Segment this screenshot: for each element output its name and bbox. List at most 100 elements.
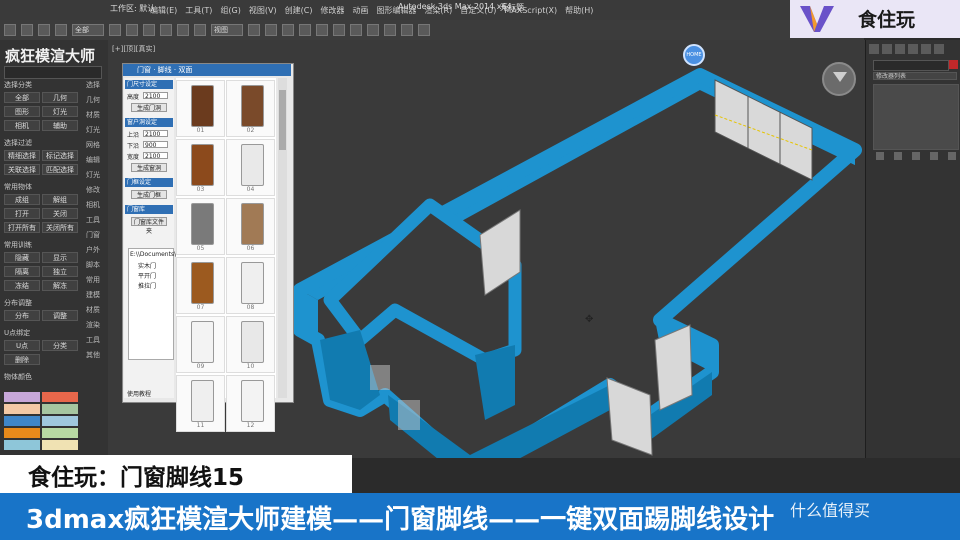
panel-button[interactable]: 冻结 xyxy=(4,280,40,291)
viewcube-icon[interactable]: HOME xyxy=(683,44,705,66)
panel-button[interactable]: 关闭 xyxy=(42,208,78,219)
panel-button[interactable]: 匹配选择 xyxy=(42,164,78,175)
panel-button[interactable]: 标记选择 xyxy=(42,150,78,161)
side-tab[interactable]: 脚本 xyxy=(86,260,100,270)
panel-button[interactable]: 打开 xyxy=(4,208,40,219)
color-swatch[interactable] xyxy=(4,404,40,414)
render-icon[interactable] xyxy=(418,24,430,36)
menu-item[interactable]: 动画 xyxy=(352,5,368,16)
section-header[interactable]: 常用训练 xyxy=(4,240,32,250)
panel-button[interactable]: 图形 xyxy=(4,106,40,117)
rotate-icon[interactable] xyxy=(177,24,189,36)
side-tab[interactable]: 工具 xyxy=(86,335,100,345)
color-swatch[interactable] xyxy=(4,428,40,438)
modifier-stack[interactable] xyxy=(873,84,959,150)
panel-button[interactable]: 解冻 xyxy=(42,280,78,291)
rect-select-icon[interactable] xyxy=(143,24,155,36)
color-swatch[interactable] xyxy=(42,416,78,426)
color-swatch[interactable] xyxy=(42,392,78,402)
panel-button[interactable]: 分类 xyxy=(42,340,78,351)
panel-button[interactable]: 删除 xyxy=(4,354,40,365)
group-button[interactable]: 生成门框 xyxy=(131,190,167,199)
link-icon[interactable] xyxy=(38,24,50,36)
color-swatch[interactable] xyxy=(4,440,40,450)
panel-button[interactable]: 辅助 xyxy=(42,120,78,131)
tree-item[interactable]: 实木门 xyxy=(138,261,156,270)
snap-icon[interactable] xyxy=(265,24,277,36)
side-tab[interactable]: 户外 xyxy=(86,245,100,255)
panel-button[interactable]: 调整 xyxy=(42,310,78,321)
section-header[interactable]: 选择分类 xyxy=(4,80,32,90)
menu-item[interactable]: 帮助(H) xyxy=(565,5,593,16)
group-button[interactable]: 门窗库文件夹 xyxy=(131,217,167,235)
menu-item[interactable]: 修改器 xyxy=(320,5,344,16)
door-thumbnail[interactable]: 09 xyxy=(176,316,225,373)
object-color-swatch[interactable] xyxy=(949,60,958,69)
side-tab[interactable]: 几何 xyxy=(86,95,100,105)
door-thumbnail[interactable]: 08 xyxy=(226,257,275,314)
door-thumbnail[interactable]: 02 xyxy=(226,80,275,137)
selection-filter[interactable]: 全部 xyxy=(72,24,104,36)
panel-button[interactable]: 几何 xyxy=(42,92,78,103)
group-button[interactable]: 生成窗洞 xyxy=(131,163,167,172)
door-thumbnail[interactable]: 05 xyxy=(176,198,225,255)
pivot-icon[interactable] xyxy=(248,24,260,36)
angle-snap-icon[interactable] xyxy=(282,24,294,36)
make-unique-icon[interactable] xyxy=(912,152,920,160)
panel-button[interactable]: 关联选择 xyxy=(4,164,40,175)
section-header[interactable]: U点绑定 xyxy=(4,328,30,338)
object-name-field[interactable] xyxy=(873,60,949,71)
menu-item[interactable]: 视图(V) xyxy=(249,5,277,16)
side-tab[interactable]: 选择 xyxy=(86,80,100,90)
door-thumbnail[interactable]: 12 xyxy=(226,375,275,432)
panel-button[interactable]: 全部 xyxy=(4,92,40,103)
mirror-icon[interactable] xyxy=(316,24,328,36)
section-header[interactable]: 常用物体 xyxy=(4,182,32,192)
panel-button[interactable]: 显示 xyxy=(42,252,78,263)
scrollbar-thumb[interactable] xyxy=(279,90,286,150)
section-header[interactable]: 选择过滤 xyxy=(4,138,32,148)
align-icon[interactable] xyxy=(333,24,345,36)
motion-tab-icon[interactable] xyxy=(908,44,918,54)
plugin-search-input[interactable] xyxy=(4,66,102,79)
select-by-name-icon[interactable] xyxy=(126,24,138,36)
move-icon[interactable] xyxy=(160,24,172,36)
menu-item[interactable]: 创建(C) xyxy=(285,5,313,16)
undo-icon[interactable] xyxy=(4,24,16,36)
panel-button[interactable]: 打开所有 xyxy=(4,222,40,233)
door-thumbnail[interactable]: 04 xyxy=(226,139,275,196)
select-icon[interactable] xyxy=(109,24,121,36)
display-tab-icon[interactable] xyxy=(921,44,931,54)
menu-item[interactable]: 工具(T) xyxy=(185,5,212,16)
side-tab[interactable]: 材质 xyxy=(86,305,100,315)
side-tab[interactable]: 其他 xyxy=(86,350,100,360)
panel-button[interactable]: 成组 xyxy=(4,194,40,205)
curve-editor-icon[interactable] xyxy=(367,24,379,36)
remove-modifier-icon[interactable] xyxy=(930,152,938,160)
scale-icon[interactable] xyxy=(194,24,206,36)
section-header[interactable]: 物体颜色 xyxy=(4,372,32,382)
side-tab[interactable]: 工具 xyxy=(86,215,100,225)
field-input[interactable]: 900 xyxy=(143,141,168,149)
modify-tab-icon[interactable] xyxy=(882,44,892,54)
redo-icon[interactable] xyxy=(21,24,33,36)
field-input[interactable]: 2100 xyxy=(143,130,168,138)
panel-button[interactable]: 解组 xyxy=(42,194,78,205)
side-tab[interactable]: 门窗 xyxy=(86,230,100,240)
show-end-result-icon[interactable] xyxy=(894,152,902,160)
color-swatch[interactable] xyxy=(4,416,40,426)
panel-button[interactable]: 独立 xyxy=(42,266,78,277)
panel-button[interactable]: 精细选择 xyxy=(4,150,40,161)
tree-item[interactable]: 平开门 xyxy=(138,271,156,280)
color-swatch[interactable] xyxy=(4,392,40,402)
material-editor-icon[interactable] xyxy=(384,24,396,36)
panel-button[interactable]: 相机 xyxy=(4,120,40,131)
configure-sets-icon[interactable] xyxy=(948,152,956,160)
tree-item[interactable]: 推拉门 xyxy=(138,281,156,290)
group-button[interactable]: 生成门洞 xyxy=(131,103,167,112)
door-thumbnail[interactable]: 11 xyxy=(176,375,225,432)
side-tab[interactable]: 编辑 xyxy=(86,155,100,165)
side-tab[interactable]: 相机 xyxy=(86,200,100,210)
reference-coord-select[interactable]: 视图 xyxy=(211,24,243,36)
create-tab-icon[interactable] xyxy=(869,44,879,54)
